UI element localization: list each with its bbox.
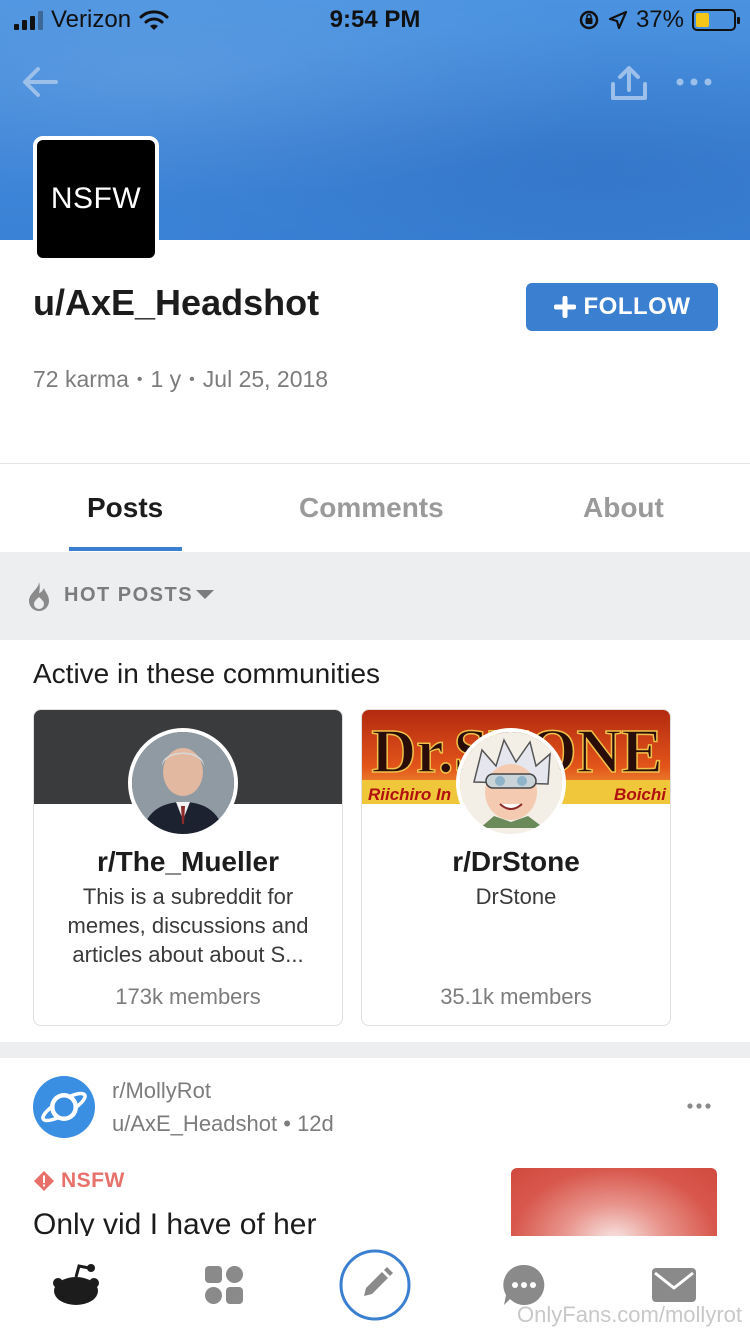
account-age: 1 y — [150, 366, 182, 392]
create-post-icon — [339, 1249, 411, 1321]
more-options-icon[interactable] — [674, 70, 714, 94]
community-description: This is a subreddit for memes, discussio… — [67, 884, 309, 967]
back-arrow-icon[interactable] — [20, 62, 60, 102]
community-description: DrStone — [475, 884, 557, 909]
follow-label: FOLLOW — [583, 293, 691, 320]
separator-dot: • — [283, 1111, 298, 1136]
inbox-icon — [652, 1268, 696, 1302]
plus-icon — [553, 296, 576, 318]
post-author[interactable]: u/AxE_Headshot — [112, 1111, 277, 1136]
post-title[interactable]: Only vid I have of her — [33, 1208, 316, 1236]
cake-day: Jul 25, 2018 — [202, 366, 329, 392]
banner-credit-right: Boichi — [614, 785, 667, 804]
follow-button[interactable]: FOLLOW — [526, 283, 718, 331]
nsfw-label: NSFW — [61, 1169, 125, 1192]
active-tab-indicator — [69, 547, 182, 551]
tab-comments[interactable]: Comments — [299, 492, 444, 524]
community-name: r/DrStone — [452, 846, 580, 877]
profile-tabs: Posts Comments About — [0, 464, 750, 552]
location-arrow-icon — [608, 10, 628, 30]
nav-home[interactable] — [36, 1236, 116, 1334]
sort-bar[interactable]: HOT POSTS — [0, 552, 750, 640]
battery-icon — [692, 9, 740, 31]
tab-about[interactable]: About — [583, 492, 664, 524]
tab-posts[interactable]: Posts — [87, 492, 163, 524]
profile-avatar: NSFW — [33, 136, 159, 262]
caret-down-icon — [196, 590, 214, 599]
chat-icon — [503, 1264, 545, 1305]
community-card[interactable]: r/The_Mueller This is a subreddit for me… — [33, 709, 343, 1026]
community-members: 173k members — [115, 984, 261, 1009]
profile-meta: 72 karma • 1 y • Jul 25, 2018 — [33, 366, 328, 393]
community-avatar — [128, 728, 238, 838]
flame-icon — [29, 582, 49, 611]
karma-count: 72 karma — [33, 366, 129, 392]
planet-icon — [41, 1091, 87, 1123]
watermark: OnlyFans.com/mollyrot — [517, 1302, 742, 1327]
separator-dot: • — [189, 370, 195, 388]
banner-credit-left: Riichiro In — [368, 785, 451, 804]
community-card[interactable]: Dr.STONE Riichiro In Boichi r/DrStone Dr… — [361, 709, 671, 1026]
nav-communities[interactable] — [184, 1236, 264, 1334]
share-icon[interactable] — [608, 64, 650, 104]
separator-dot: • — [136, 370, 143, 388]
orientation-lock-icon — [579, 10, 599, 30]
subreddit-avatar[interactable] — [33, 1076, 95, 1138]
post-age: 12d — [297, 1111, 334, 1136]
battery-percent: 37% — [635, 6, 684, 33]
post-more-icon[interactable] — [686, 1102, 712, 1110]
reddit-home-icon — [53, 1264, 99, 1305]
warning-diamond-icon — [34, 1171, 54, 1191]
community-members: 35.1k members — [440, 984, 592, 1009]
status-bar: Verizon 9:54 PM 37% — [0, 0, 750, 40]
profile-username: u/AxE_Headshot — [33, 282, 320, 323]
nav-create-post[interactable] — [330, 1236, 420, 1334]
section-separator — [0, 1042, 750, 1058]
nsfw-badge: NSFW — [33, 1169, 125, 1193]
communities-grid-icon — [205, 1266, 243, 1304]
sort-label: HOT POSTS — [64, 584, 194, 606]
community-avatar — [456, 728, 566, 838]
post-thumbnail[interactable] — [511, 1168, 717, 1236]
avatar-text: NSFW — [50, 182, 142, 215]
post-card[interactable]: r/MollyRot u/AxE_Headshot • 12d NSFW Onl… — [0, 1058, 750, 1236]
communities-heading: Active in these communities — [33, 658, 381, 689]
post-subreddit[interactable]: r/MollyRot — [112, 1078, 211, 1104]
post-byline: u/AxE_Headshot • 12d — [112, 1111, 334, 1137]
community-name: r/The_Mueller — [96, 846, 280, 877]
